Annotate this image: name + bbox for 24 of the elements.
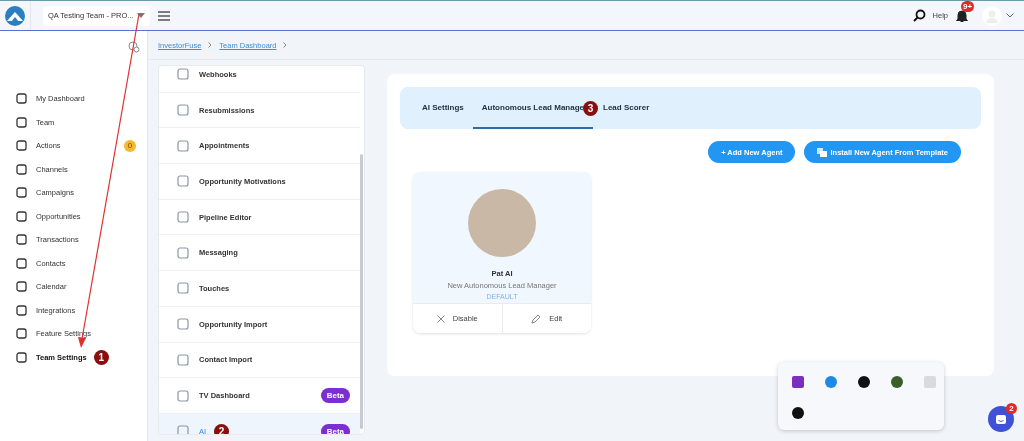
chevron-icon — [208, 42, 213, 48]
annotation-number: 1 — [93, 349, 109, 365]
annotation-number: 3 — [583, 100, 598, 116]
caret-icon — [137, 13, 145, 18]
search-icon[interactable] — [912, 9, 926, 22]
beta-badge: Beta — [320, 423, 350, 434]
close-icon — [436, 314, 445, 323]
beta-badge: Beta — [320, 388, 350, 404]
caret-icon[interactable] — [1006, 13, 1014, 18]
chevron-icon — [283, 42, 288, 48]
app-icon[interactable] — [791, 406, 805, 420]
app-icon[interactable] — [791, 375, 805, 389]
tab[interactable]: AI Settings — [413, 87, 473, 129]
mountain-logo-icon — [4, 4, 26, 27]
app-icon[interactable] — [890, 375, 904, 389]
notification-badge: 9+ — [961, 0, 975, 12]
app-icon[interactable] — [857, 375, 871, 389]
copy-icon — [817, 147, 828, 157]
count-badge: 0 — [124, 139, 136, 152]
annotation-number: 2 — [214, 423, 230, 434]
notification-badge: 2 — [1006, 403, 1017, 414]
chat-launcher[interactable]: 2 — [988, 406, 1014, 432]
chat-settings-icon[interactable] — [128, 41, 140, 53]
menu-icon[interactable] — [158, 10, 170, 21]
